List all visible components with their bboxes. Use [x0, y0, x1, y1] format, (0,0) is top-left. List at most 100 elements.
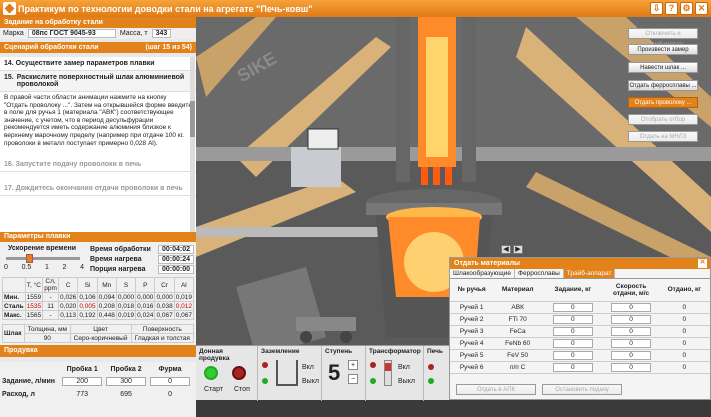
action-caster-button[interactable]: Отдать на МНЛЗ [628, 131, 698, 142]
tick: 1 [44, 264, 49, 271]
chem-row-min: Мин. 1559-0,026 0,106 0,094 0,000 0,000 0,0… [2, 292, 195, 302]
stage-value: 5 [328, 360, 341, 385]
window-title: Практикум по технологии доводки стали на… [18, 3, 313, 14]
speed-input[interactable]: 0 [611, 338, 652, 348]
start-lamp-button[interactable] [204, 366, 218, 380]
speed-input[interactable]: 0 [611, 362, 652, 372]
scenario-scrollbar[interactable] [190, 57, 195, 235]
step-15[interactable]: 15. Раскислите поверхностный шлак алюмин… [0, 71, 196, 92]
step-14[interactable]: 14. Осуществите замер параметров плавки [0, 57, 196, 71]
amount-input[interactable]: 0 [552, 302, 593, 312]
slag-table: Шлак Толщина, мм Цвет Поверхность 90 Серо-к… [1, 324, 195, 343]
stop-feed-button[interactable]: Остановить подачу [542, 384, 622, 395]
speed-input[interactable]: 0 [611, 314, 652, 324]
minimize-button[interactable]: ⇩ [650, 2, 663, 15]
amount-input[interactable]: 0 [552, 362, 593, 372]
table-row: Ручей 6 п/п С000 [450, 361, 710, 374]
accel-slider-thumb[interactable] [26, 254, 33, 263]
table-row: Ручей 4 FeNb 60 0 0 0 [450, 337, 710, 350]
speed-input[interactable]: 0 [611, 302, 652, 312]
close-button[interactable]: ✕ [695, 2, 708, 15]
stage-section: Ступень 5 + − [322, 346, 366, 401]
speed-input[interactable]: 0 [611, 326, 652, 336]
action-wire-button[interactable]: Отдать проволоку ... [628, 97, 698, 108]
step-16[interactable]: 16. Запустите подачу проволоки в печь [0, 158, 196, 172]
tick: 0.5 [21, 264, 32, 271]
help-button[interactable]: ? [665, 2, 678, 15]
prod-panel: Пробка 1 Пробка 2 Фурма Задание, л/мин 2… [0, 362, 196, 417]
chemistry-table: T, °C Сл, ppm C Si Mn S P Cr Al Мин. 1559-0,02… [2, 277, 195, 320]
furnace-section: Печь [424, 346, 449, 401]
speed-input[interactable]: 0 [611, 350, 652, 360]
stop-label: Стоп [234, 386, 250, 393]
table-row: Ручей 1 АВК 0 0 0 [450, 301, 710, 314]
table-row: Ручей 3 FeCa 0 0 0 [450, 325, 710, 338]
app-logo-icon [3, 2, 16, 15]
step-counter: (шаг 15 из 54) [145, 44, 193, 51]
mass-label: Масса, т [119, 30, 148, 37]
step-15-title: Раскислите поверхностный шлак алюминиево… [16, 74, 185, 88]
materials-table: № ручья Материал Задание, кг Скорость отдач… [450, 279, 710, 374]
scenario-list[interactable]: 14. Осуществите замер параметров плавки … [0, 57, 196, 235]
materials-dialog: Отдать материалы ✕ Шлакообразующие Ферро… [449, 257, 711, 400]
chem-row-steel: Сталь 1535 11 0,020 0,005 0,208 0,018 0,016 0… [2, 301, 195, 311]
params-panel: Ускорение времени 0 0.5 1 2 4 Время обра… [0, 242, 196, 352]
arrow-right-icon[interactable]: ▶ [513, 245, 523, 254]
tab-ferroalloys[interactable]: Ферросплавы [515, 269, 564, 278]
transformer-switch[interactable] [384, 360, 392, 386]
grounding-switch[interactable] [276, 360, 298, 386]
stage-down-button[interactable]: − [348, 374, 358, 384]
step-15-text: В правой части области анимации нажмите … [0, 92, 196, 158]
control-strip: Донная продувка Старт Стоп Заземление Вк… [196, 345, 449, 401]
action-slag-button[interactable]: Навести шлак ... [628, 62, 698, 73]
tick: 0 [4, 264, 8, 271]
bottom-blowing-section: Донная продувка Старт Стоп [196, 346, 258, 401]
accel-slider[interactable] [6, 254, 80, 263]
grounding-section: Заземление Вкл Выкл [258, 346, 322, 401]
table-row: Ручей 5 FeV 50 0 0 0 [450, 349, 710, 362]
amount-input[interactable]: 0 [552, 326, 593, 336]
title-bar: Практикум по технологии доводки стали на… [0, 0, 711, 17]
table-row: Ручей 2 FTi 70 0 0 0 [450, 313, 710, 326]
materials-header: Отдать материалы ✕ [450, 258, 710, 269]
tab-wire-feeder[interactable]: Трайб-аппарат [563, 269, 616, 278]
give-to-apk-button[interactable]: Отдать в АПК [456, 384, 536, 395]
scene-nav[interactable]: ◀ ▶ [501, 245, 523, 254]
scenario-title: Сценарий обработки стали [4, 44, 99, 51]
tick: 4 [80, 264, 84, 271]
time-row: Время обработки 00:04:02 [90, 244, 194, 254]
action-ferroalloy-button[interactable]: Отдать ферросплавы ... [628, 80, 698, 91]
tab-slag[interactable]: Шлакообразующие [450, 269, 516, 278]
action-seal-button[interactable]: Отключить и опломбировать [628, 28, 698, 48]
time-row: Порция нагрева 00:00:00 [90, 264, 194, 274]
prod-input[interactable]: 200 [62, 377, 103, 386]
materials-tabs: Шлакообразующие Ферросплавы Трайб-аппара… [450, 269, 710, 279]
mass-value: 343 [151, 29, 172, 38]
amount-input[interactable]: 0 [552, 350, 593, 360]
amount-input[interactable]: 0 [552, 338, 593, 348]
prod-input[interactable]: 0 [150, 377, 191, 386]
task-row: Марка 08пс ГОСТ 9045-93 Масса, т 343 [0, 28, 196, 39]
step-17[interactable]: 17. Дождитесь окончания отдачи проволоки… [0, 182, 196, 196]
tick: 2 [62, 264, 67, 271]
chem-row-max: Макс. 1565-0,113 0,192 0,448 0,019 0,024 0,… [2, 310, 195, 320]
close-icon[interactable]: ✕ [698, 259, 707, 268]
action-sample-button[interactable]: Отобрать отбор [628, 114, 698, 125]
left-panel: Задание на обработку стали Марка 08пс ГО… [0, 17, 196, 417]
time-row: Время нагрева 00:00:24 [90, 254, 194, 264]
task-header: Задание на обработку стали [0, 17, 196, 28]
accel-label: Ускорение времени [8, 245, 77, 252]
params-header: Параметры плавки [0, 232, 196, 242]
step-15-number: 15. [4, 74, 14, 81]
action-measure-button[interactable]: Произвести замер [628, 44, 698, 55]
arrow-left-icon[interactable]: ◀ [501, 245, 511, 254]
stage-up-button[interactable]: + [348, 360, 358, 370]
mark-label: Марка [3, 30, 24, 37]
stop-lamp-button[interactable] [232, 366, 246, 380]
settings-button[interactable]: ⚙ [680, 2, 693, 15]
transformer-section: Трансформатор Вкл Выкл [366, 346, 424, 401]
prod-input[interactable]: 300 [106, 377, 147, 386]
scenario-header: Сценарий обработки стали (шаг 15 из 54) [0, 42, 196, 53]
amount-input[interactable]: 0 [552, 314, 593, 324]
start-label: Старт [204, 386, 224, 393]
